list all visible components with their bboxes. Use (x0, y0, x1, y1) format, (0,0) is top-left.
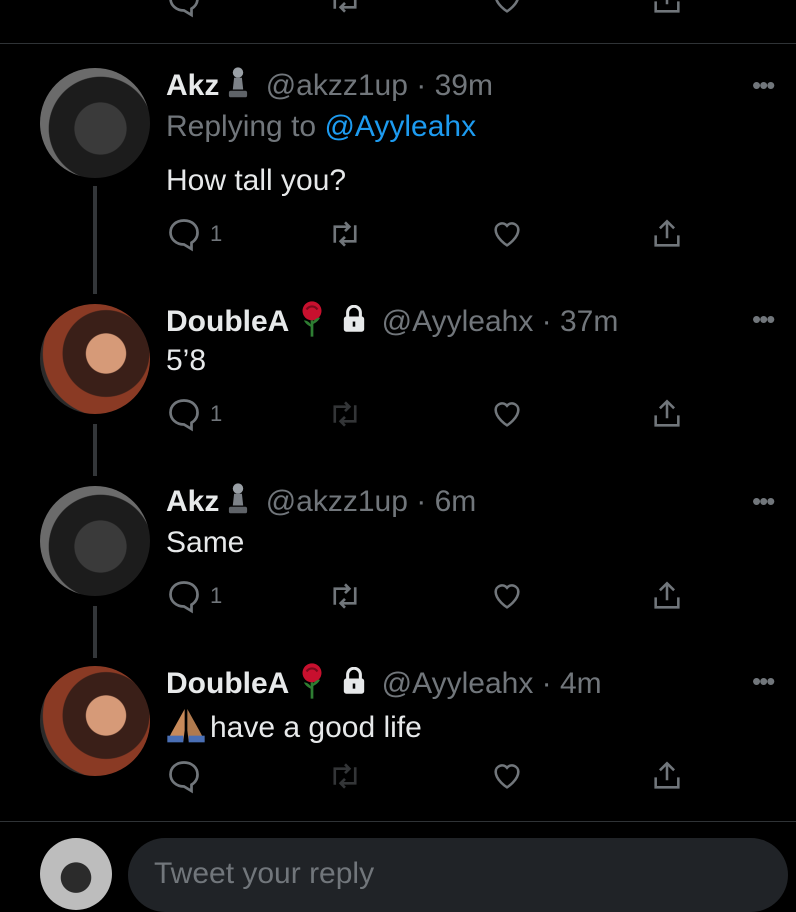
tweet-header: Akz @akzz1up · 39m (166, 66, 493, 108)
folded-hands-icon (166, 706, 206, 752)
tweet-text: 5’8 (166, 344, 207, 377)
retweet-button[interactable] (326, 216, 364, 252)
rose-icon (295, 662, 329, 708)
share-icon (654, 399, 680, 427)
share-button[interactable] (650, 758, 684, 794)
reply-button[interactable]: 1 (166, 396, 222, 432)
reply-button[interactable]: 1 (166, 216, 222, 252)
avatar[interactable] (40, 838, 112, 910)
like-button[interactable] (490, 396, 524, 432)
display-name[interactable]: DoubleA (166, 667, 289, 700)
reply-icon (169, 581, 199, 614)
reply-icon (169, 219, 199, 252)
share-button[interactable] (650, 216, 684, 252)
reply-count: 1 (210, 221, 223, 246)
more-options-icon[interactable]: ••• (752, 666, 775, 697)
tweet-text: How tall you? (166, 164, 347, 197)
reply-input[interactable] (152, 848, 756, 900)
retweet-icon[interactable] (326, 0, 364, 22)
tweet-actions: 1 (0, 396, 796, 436)
like-button[interactable] (490, 216, 524, 252)
lock-icon (341, 666, 367, 703)
share-icon (654, 581, 680, 609)
chess-pawn-icon (225, 66, 251, 108)
like-button[interactable] (490, 578, 524, 614)
retweet-icon (333, 583, 357, 609)
like-icon (494, 222, 520, 247)
like-icon[interactable] (490, 0, 524, 22)
tweet-text: Same (166, 526, 245, 559)
display-name[interactable]: Akz (166, 485, 219, 518)
timestamp[interactable]: 4m (560, 667, 602, 700)
retweet-button[interactable] (326, 758, 364, 794)
like-icon (494, 402, 520, 427)
share-icon[interactable] (650, 0, 684, 22)
reply-icon (169, 399, 199, 432)
more-options-icon[interactable]: ••• (752, 70, 775, 101)
retweet-icon (333, 221, 357, 247)
timestamp[interactable]: 39m (435, 69, 493, 102)
reply-box[interactable] (128, 838, 788, 912)
reply-count: 1 (210, 401, 223, 426)
user-handle[interactable]: @Ayyleahx (382, 667, 534, 700)
tweet-actions (0, 758, 796, 798)
reply-button[interactable]: 1 (166, 578, 222, 614)
reply-icon (169, 761, 199, 794)
tweet-actions: 1 (0, 216, 796, 256)
reply-count: 1 (210, 583, 223, 608)
more-options-icon[interactable]: ••• (752, 304, 775, 335)
tweet-header: Akz @akzz1up · 6m (166, 482, 476, 524)
retweet-icon (333, 763, 357, 789)
tweet-actions: 1 (0, 578, 796, 618)
share-button[interactable] (650, 396, 684, 432)
like-icon (494, 584, 520, 609)
divider (0, 821, 796, 822)
user-handle[interactable]: @akzz1up (266, 69, 408, 102)
divider (0, 43, 796, 44)
like-button[interactable] (490, 758, 524, 794)
display-name[interactable]: Akz (166, 69, 219, 102)
retweet-button[interactable] (326, 396, 364, 432)
reply-button[interactable] (166, 758, 210, 794)
reply-icon[interactable] (166, 0, 202, 22)
share-icon (654, 219, 680, 247)
replying-to: Replying to @Ayyleahx (166, 110, 477, 143)
like-icon (494, 764, 520, 789)
timestamp[interactable]: 37m (560, 305, 618, 338)
reply-composer (0, 826, 796, 912)
previous-tweet-actions (0, 0, 796, 22)
mention-link[interactable]: @Ayyleahx (324, 110, 476, 143)
retweet-icon (333, 401, 357, 427)
timestamp[interactable]: 6m (435, 485, 477, 518)
user-handle[interactable]: @Ayyleahx (382, 305, 534, 338)
chess-pawn-icon (225, 482, 251, 524)
tweet-header: DoubleA @Ayyleahx · 4m (166, 662, 602, 708)
retweet-button[interactable] (326, 578, 364, 614)
display-name[interactable]: DoubleA (166, 305, 289, 338)
share-button[interactable] (650, 578, 684, 614)
tweet-text: have a good life (166, 706, 422, 752)
avatar[interactable] (40, 68, 150, 178)
share-icon (654, 761, 680, 789)
more-options-icon[interactable]: ••• (752, 486, 775, 517)
user-handle[interactable]: @akzz1up (266, 485, 408, 518)
tweet-header: DoubleA @Ayyleahx · 37m (166, 300, 618, 346)
rose-icon (295, 300, 329, 346)
lock-icon (341, 304, 367, 341)
